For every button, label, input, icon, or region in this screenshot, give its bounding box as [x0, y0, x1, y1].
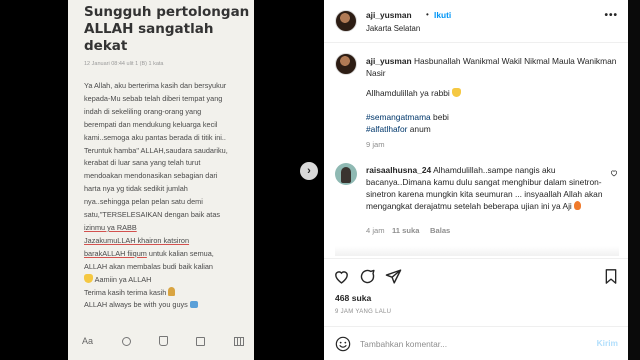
- comment-composer: Kirim: [324, 326, 628, 360]
- note-line-part: Aamiin ya ALLAH: [94, 274, 152, 284]
- note-line: nya..sehingga pelan pelan satu demi: [84, 197, 203, 207]
- separator-dot: •: [426, 10, 429, 19]
- note-line: kepada-Mu sebab telah diberi tempat yang: [84, 93, 223, 103]
- smile-icon[interactable]: [335, 336, 351, 352]
- heart-icon[interactable]: [610, 169, 618, 177]
- hashtag-link[interactable]: #alfatlhafor: [366, 124, 407, 134]
- hashtag-line-2: #alfatlhafor anum: [366, 124, 431, 134]
- comment-input[interactable]: [360, 335, 580, 353]
- note-date: 12 Januari 08:44 ulit 1 (B) 1 kata: [84, 61, 164, 67]
- post-location[interactable]: Jakarta Selatan: [366, 24, 420, 33]
- hands-emoji-icon: [84, 273, 93, 283]
- notes-screenshot: Sungguh pertolongan ALLAH sangatlah deka…: [68, 0, 254, 360]
- avatar[interactable]: [335, 163, 357, 185]
- note-line: ALLAH always be with you guys: [84, 299, 252, 312]
- caption-time[interactable]: 9 jam: [366, 140, 385, 149]
- caption-text: aji_yusman Hasbunallah Wanikmal Wakil Ni…: [366, 55, 618, 79]
- note-line-part: untuk kalian semua,: [146, 248, 214, 258]
- note-line: kerabat di luar sana yang telah turut: [84, 158, 201, 168]
- emoji-icon: [189, 301, 198, 309]
- pray-emoji-icon: [168, 286, 176, 296]
- note-line: JazakumuLLAH khairon katsiron: [84, 235, 190, 245]
- post-media[interactable]: Sungguh pertolongan ALLAH sangatlah deka…: [0, 0, 324, 360]
- caption-username[interactable]: aji_yusman: [366, 56, 412, 66]
- format-text-icon: Aa: [82, 336, 94, 346]
- caption-line-2: Allhamdulillah ya rabbi: [366, 88, 462, 98]
- reply-button[interactable]: Balas: [430, 226, 450, 235]
- hands-emoji-icon: [452, 88, 462, 97]
- comment-time[interactable]: 4 jam: [366, 226, 385, 235]
- avatar[interactable]: [335, 10, 357, 32]
- note-line: harta nya yg tidak sedikit jumlah: [84, 184, 188, 194]
- caption-line-2-text: Allhamdulillah ya rabbi: [366, 88, 450, 98]
- fire-emoji-icon: [574, 201, 582, 210]
- note-line: Terima kasih terima kasih: [84, 286, 252, 300]
- note-title-line-1: Sungguh pertolongan: [84, 4, 250, 20]
- next-comment-faded: [335, 246, 619, 256]
- hashtag-line-1: #semangatmama bebi: [366, 112, 449, 122]
- next-post-edge: [628, 0, 640, 360]
- comments-list[interactable]: aji_yusman Hasbunallah Wanikmal Wakil Ni…: [324, 44, 628, 256]
- checklist-icon: [121, 336, 131, 346]
- image-icon: [196, 336, 206, 346]
- note-title: Sungguh pertolongan ALLAH sangatlah deka…: [84, 4, 250, 55]
- post-side-panel: aji_yusman • Ikuti Jakarta Selatan ••• a…: [324, 0, 628, 360]
- note-line-part: barakALLAH fiiqum: [84, 248, 147, 258]
- note-line: indah di sekeliling orang-orang yang: [84, 106, 202, 116]
- table-icon: [233, 336, 244, 346]
- comment-icon[interactable]: [358, 267, 376, 285]
- avatar-figure: [341, 167, 351, 183]
- note-title-line-2: ALLAH sangatlah dekat: [84, 21, 214, 54]
- follow-button[interactable]: Ikuti: [434, 10, 451, 20]
- note-line: Ya Allah, aku berterima kasih dan bersyu…: [84, 81, 227, 90]
- post-comment-button[interactable]: Kirim: [597, 338, 618, 348]
- post-header: aji_yusman • Ikuti Jakarta Selatan •••: [324, 0, 628, 43]
- comment-likes[interactable]: 11 suka: [392, 226, 419, 235]
- note-line-part: Terima kasih terima kasih: [84, 287, 167, 297]
- hashtag-link[interactable]: #semangatmama: [366, 112, 431, 122]
- note-toolbar: Aa: [82, 334, 252, 348]
- comment-text: raisaalhusna_24 Alhamdulillah..sampe nan…: [366, 164, 612, 212]
- post-timestamp[interactable]: 9 JAM YANG LALU: [335, 309, 391, 315]
- note-line: barakALLAH fiiqum untuk kalian semua,: [84, 248, 252, 261]
- note-line: kami..semoga aku pantas berada di titik …: [84, 132, 226, 142]
- comment-username[interactable]: raisaalhusna_24: [366, 165, 431, 175]
- note-line: izinmu ya RABB: [84, 222, 137, 232]
- note-line: satu,"TERSELESAIKAN dengan baik atas: [84, 210, 221, 220]
- chevron-right-icon[interactable]: ›: [300, 162, 318, 180]
- note-line-part: ALLAH always be with you guys: [84, 300, 188, 310]
- note-body: Ya Allah, aku berterima kasih dan bersyu…: [84, 80, 252, 312]
- note-line: ALLAH akan membalas budi baik kalian: [84, 261, 213, 271]
- attach-icon: [158, 336, 168, 346]
- action-bar: [324, 258, 628, 288]
- bookmark-icon[interactable]: [602, 267, 620, 285]
- post-username[interactable]: aji_yusman: [366, 10, 412, 20]
- note-line: Aamiin ya ALLAH: [84, 273, 252, 287]
- more-options-icon[interactable]: •••: [604, 10, 618, 21]
- note-line: berempati dan mendukung keluarga kecil: [84, 119, 218, 129]
- reply-label[interactable]: Balas: [430, 226, 450, 235]
- note-line: mendoakan mendonasikan sebagian dari: [84, 171, 218, 181]
- hashtag-tail: anum: [407, 124, 431, 134]
- note-line: Teruntuk hamba" ALLAH,saudara saudariku,: [84, 145, 228, 155]
- comment-likes-count[interactable]: 11 suka: [392, 226, 419, 235]
- heart-icon[interactable]: [332, 267, 350, 285]
- share-icon[interactable]: [384, 267, 402, 285]
- hashtag-tail: bebi: [430, 112, 449, 122]
- avatar[interactable]: [335, 53, 357, 75]
- likes-count[interactable]: 468 suka: [335, 293, 371, 303]
